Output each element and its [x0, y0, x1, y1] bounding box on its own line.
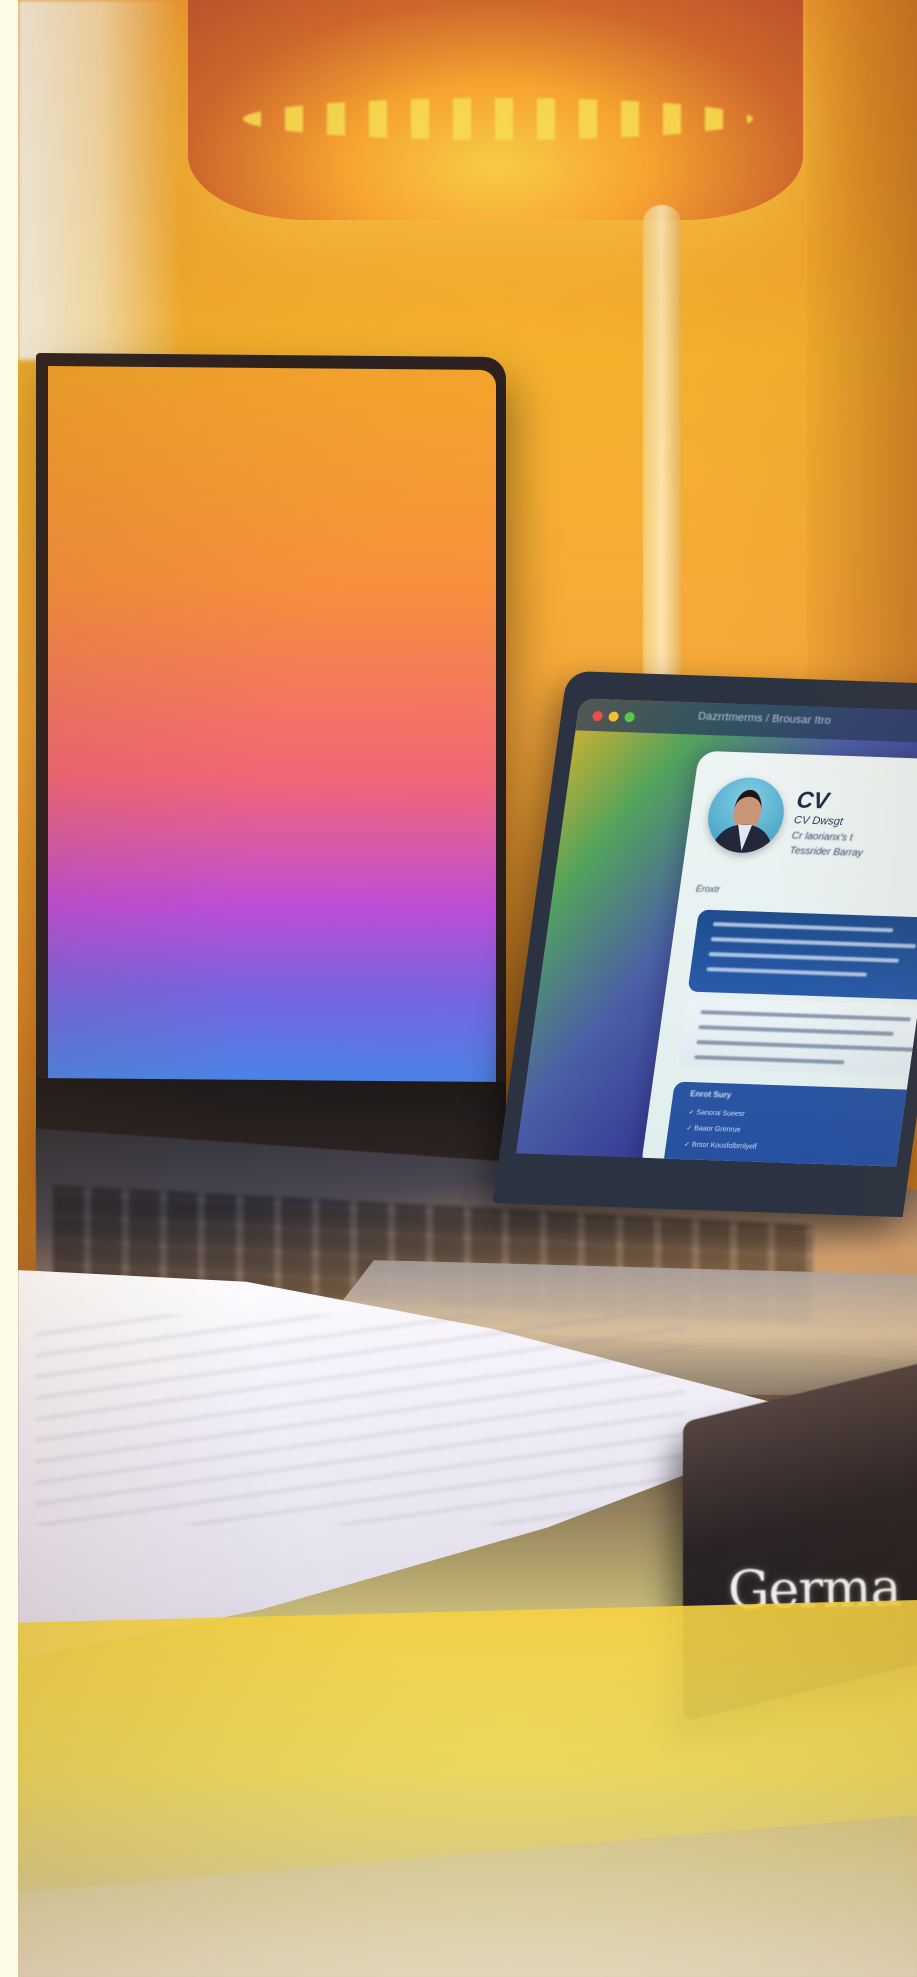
wall-shadow [807, 0, 917, 700]
tablet-device [36, 352, 506, 1183]
blurred-bullet-row: ✓ Brsor Kousfolbrnlyelf [683, 1141, 757, 1151]
blurred-text-line [698, 1025, 894, 1036]
cv-skills-block: Enrot Sury ✓ Sanorai Sueesr ✓ Baaor Gren… [662, 1081, 917, 1167]
paper-lines [35, 1315, 685, 1525]
close-dot-icon [591, 710, 604, 722]
cv-summary-block [687, 909, 917, 1001]
left-background-strip [0, 0, 18, 1977]
tablet-screen [48, 366, 496, 1150]
cv-profile-line: Tessrider Barray [788, 845, 864, 859]
cv-title: CV [795, 786, 831, 814]
blurred-text-line [712, 922, 894, 933]
cv-profile-line: Cr laorianx's t [791, 830, 854, 844]
blurred-breadcrumb: Dazrrtmerms / Brousar Itro [697, 710, 832, 728]
maximize-dot-icon [623, 712, 636, 723]
photo-scene: Dazrrtmerms / Brousar Itro CV CV Dwsgt C… [0, 0, 917, 1977]
blurred-text-line [696, 1040, 917, 1052]
laptop-display: Dazrrtmerms / Brousar Itro CV CV Dwsgt C… [516, 698, 917, 1167]
blurred-text-line [694, 1055, 845, 1065]
cv-card: CV CV Dwsgt Cr laorianx's t Tessrider Ba… [640, 750, 917, 1167]
blurred-text-line [708, 952, 900, 963]
blurred-text-line [706, 967, 868, 977]
cv-experience-block [676, 997, 917, 1077]
blurred-skills-label: Enrot Sury [689, 1089, 732, 1100]
window-light [18, 0, 183, 360]
blurred-bullet-row: ✓ Sanorai Sueesr [688, 1109, 746, 1119]
cv-section-label: Eroxtr [695, 883, 721, 895]
minimize-dot-icon [607, 711, 620, 722]
person-avatar-icon [703, 776, 789, 855]
blurred-text-line [700, 1010, 911, 1022]
blurred-bullet-row: ✓ Baaor Grenrue [685, 1125, 741, 1135]
cv-subtitle: CV Dwsgt [793, 814, 844, 829]
blurred-text-line [710, 937, 917, 949]
lamp-lights [243, 98, 753, 140]
